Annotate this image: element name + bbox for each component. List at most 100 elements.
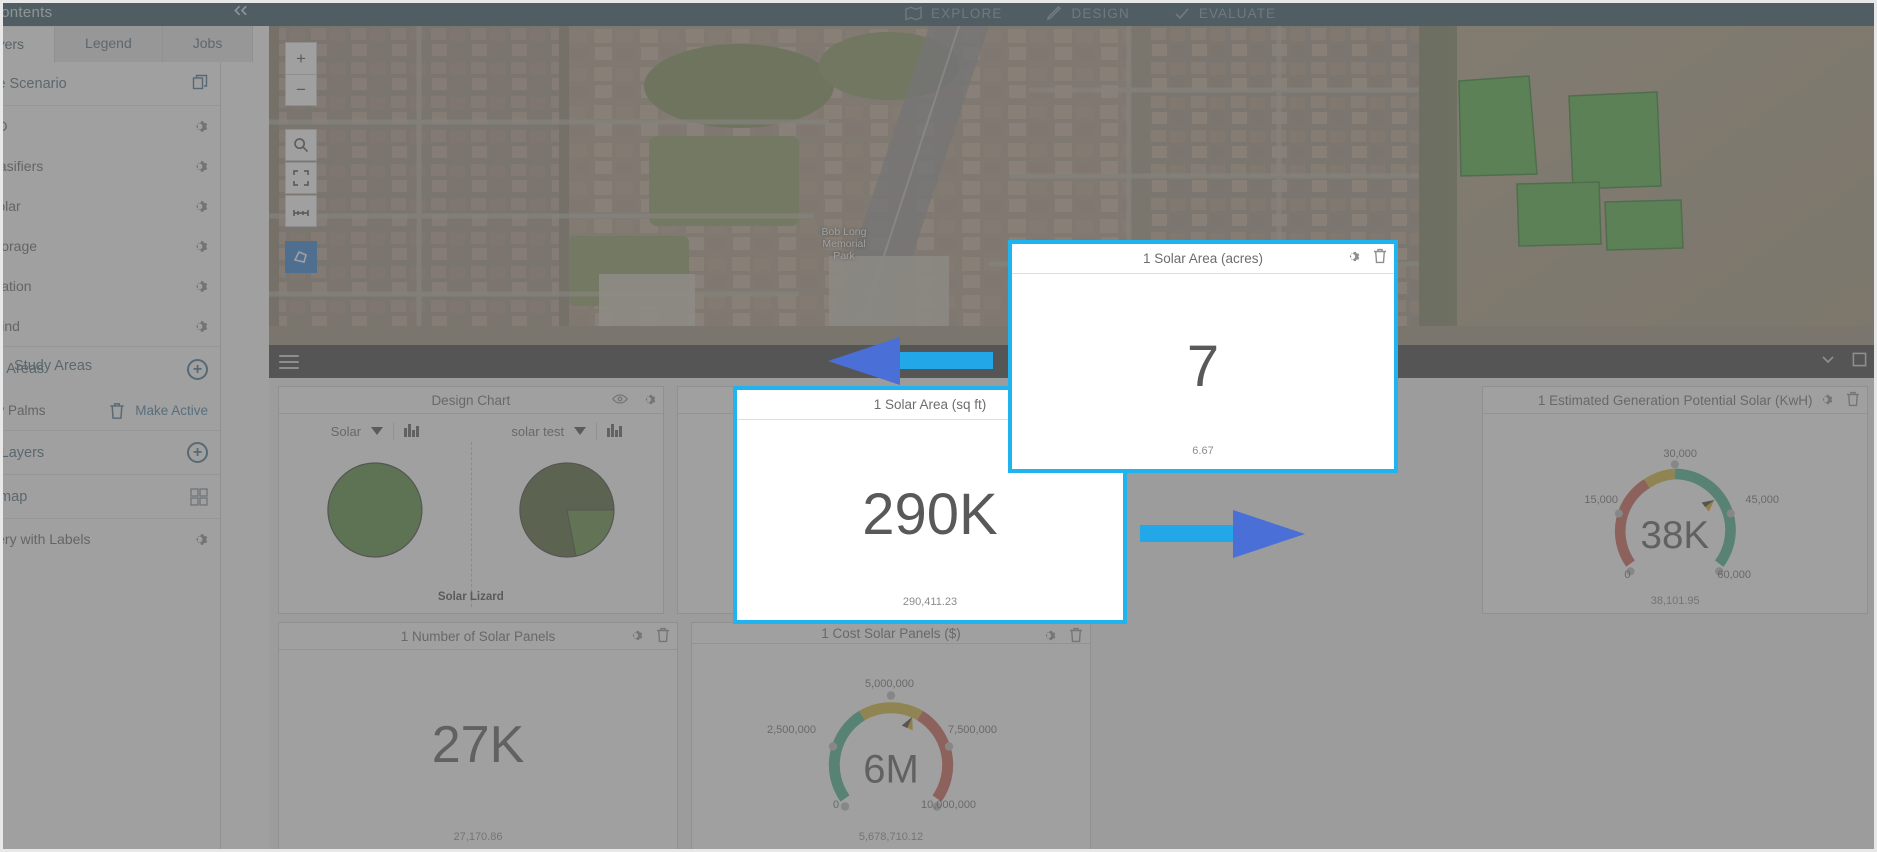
eye-icon[interactable] — [612, 393, 628, 408]
sidebar-item-storage[interactable]: Storage — [0, 226, 220, 266]
gear-icon[interactable] — [191, 278, 208, 295]
add-study-area-button[interactable]: + — [187, 359, 208, 380]
study-area-name: Shady Palms — [0, 403, 99, 418]
expand-icon[interactable] — [1852, 352, 1867, 372]
nav-explore-label: EXPLORE — [931, 6, 1002, 21]
card-title: 1 Cost Solar Panels ($) — [821, 626, 961, 641]
study-area-item-shady-palms[interactable]: Shady Palms Make Active — [0, 391, 220, 431]
trash-icon[interactable] — [656, 627, 670, 646]
add-data-layer-button[interactable]: + — [187, 442, 208, 463]
active-scenario-header[interactable]: Active Scenario — [0, 62, 220, 106]
gear-icon[interactable] — [191, 238, 208, 255]
card-body: 7 6.67 — [1012, 274, 1394, 469]
grid-icon[interactable] — [190, 488, 208, 506]
gauge-tick-label: 7,500,000 — [948, 724, 997, 736]
measure-icon[interactable] — [285, 195, 317, 227]
gauge-tick-label: 0 — [1624, 569, 1630, 581]
basemap-item-imagery-with-labels[interactable]: Imagery with Labels — [0, 519, 220, 559]
expand-icon[interactable] — [285, 162, 317, 194]
left-chart-controls[interactable]: Solar — [279, 414, 471, 448]
search-icon[interactable] — [285, 129, 317, 161]
gear-icon[interactable] — [1041, 628, 1056, 646]
layer-label: Storage — [0, 238, 180, 254]
card-body: Solar — [279, 414, 663, 613]
layer-label: Station — [0, 278, 180, 294]
layer-label: Wind — [0, 318, 180, 334]
gear-icon[interactable] — [641, 392, 656, 410]
bar-chart-icon[interactable] — [607, 423, 622, 440]
card-header: 1 Estimated Generation Potential Solar (… — [1483, 387, 1867, 414]
basemap-label: Basemap — [0, 489, 27, 505]
trash-icon[interactable] — [1846, 391, 1860, 410]
right-chart-controls[interactable]: solar test — [471, 414, 663, 448]
gauge-est-gen-potential-solar: 38K — [1483, 414, 1867, 613]
left-series-select[interactable]: Solar — [331, 424, 361, 439]
gear-icon[interactable] — [191, 531, 208, 548]
basemap-header[interactable]: Basemap — [0, 475, 220, 519]
highlight-card-solar-area-acres[interactable]: 1 Solar Area (acres) 7 6.67 — [1008, 240, 1398, 473]
gauge-tick-label: 5,000,000 — [865, 678, 914, 690]
right-series-select[interactable]: solar test — [511, 424, 564, 439]
chevron-down-icon[interactable] — [371, 427, 383, 435]
gear-icon[interactable] — [191, 318, 208, 335]
gauge-tick-label: 45,000 — [1745, 494, 1779, 506]
gear-icon[interactable] — [628, 628, 643, 646]
card-value: 290K — [737, 481, 1123, 548]
gauge-tick-label: 15,000 — [1584, 494, 1618, 506]
map-icon — [905, 6, 922, 21]
zoom-out-button[interactable]: − — [285, 74, 317, 106]
study-areas-text: Study Areas — [14, 358, 92, 374]
chevron-down-icon[interactable] — [1820, 351, 1836, 372]
right-pie-chart — [471, 448, 663, 580]
arrow-right — [1140, 508, 1305, 560]
tab-layers[interactable]: Layers — [0, 27, 55, 63]
check-icon — [1174, 6, 1190, 21]
card-subvalue: 290,411.23 — [737, 596, 1123, 608]
main-nav[interactable]: EXPLORE DESIGN EVALUATE — [905, 0, 1276, 26]
card-number-of-solar-panels[interactable]: 1 Number of Solar Panels 27K 27,17 — [278, 622, 678, 850]
zoom-in-button[interactable]: + — [285, 42, 317, 74]
nav-design[interactable]: DESIGN — [1046, 6, 1129, 21]
trash-icon[interactable] — [109, 402, 125, 420]
gear-icon[interactable] — [191, 158, 208, 175]
make-active-button[interactable]: Make Active — [135, 403, 208, 418]
card-body: 38K 30,000 15,000 45,000 0 60,000 38,101… — [1483, 414, 1867, 613]
basemap-item-label: Imagery with Labels — [0, 531, 180, 547]
sidebar-item-ad[interactable]: AD — [0, 106, 220, 146]
map-zoom-controls[interactable]: + − — [285, 42, 317, 106]
card-header: 1 Solar Area (acres) — [1012, 244, 1394, 274]
bar-chart-icon[interactable] — [404, 423, 419, 440]
divider — [596, 422, 597, 440]
sidebar-item-station[interactable]: Station — [0, 266, 220, 306]
gear-icon[interactable] — [191, 118, 208, 135]
tab-jobs[interactable]: Jobs — [163, 26, 254, 62]
card-value: 27K — [279, 715, 677, 775]
chevron-down-icon[interactable] — [574, 427, 586, 435]
card-value: 7 — [1012, 333, 1394, 400]
gauge-cost-solar-panels: 6M — [692, 644, 1090, 849]
sidebar-item-solar[interactable]: Solar — [0, 186, 220, 226]
gauge-tick-label: 2,500,000 — [767, 724, 816, 736]
trash-icon[interactable] — [1373, 248, 1387, 267]
tab-legend[interactable]: Legend — [55, 26, 163, 62]
card-est-gen-potential-solar[interactable]: 1 Estimated Generation Potential Solar (… — [1482, 386, 1868, 614]
nav-explore[interactable]: EXPLORE — [905, 6, 1002, 21]
sidebar-tabs[interactable]: Layers Legend Jobs — [0, 26, 220, 62]
gear-icon[interactable] — [1818, 392, 1833, 410]
draw-polygon-icon[interactable] — [285, 241, 317, 273]
sidebar-item-wind[interactable]: Wind — [0, 306, 220, 346]
hamburger-icon[interactable] — [279, 355, 299, 369]
copy-icon[interactable] — [192, 74, 208, 94]
card-subvalue: 6.67 — [1012, 445, 1394, 457]
card-title: Design Chart — [431, 393, 510, 408]
gear-icon[interactable] — [1345, 249, 1360, 267]
card-cost-solar-panels[interactable]: 1 Cost Solar Panels ($) — [691, 622, 1091, 850]
sidebar-item-gasifiers[interactable]: Gasifiers — [0, 146, 220, 186]
gear-icon[interactable] — [191, 198, 208, 215]
page-title: Contents — [0, 0, 52, 26]
nav-evaluate[interactable]: EVALUATE — [1174, 6, 1276, 21]
data-layers-header[interactable]: Data Layers + — [0, 431, 220, 475]
card-design-chart[interactable]: Design Chart — [278, 386, 664, 614]
gauge-tick-label: 60,000 — [1717, 569, 1751, 581]
chevrons-left-icon[interactable] — [225, 0, 255, 26]
